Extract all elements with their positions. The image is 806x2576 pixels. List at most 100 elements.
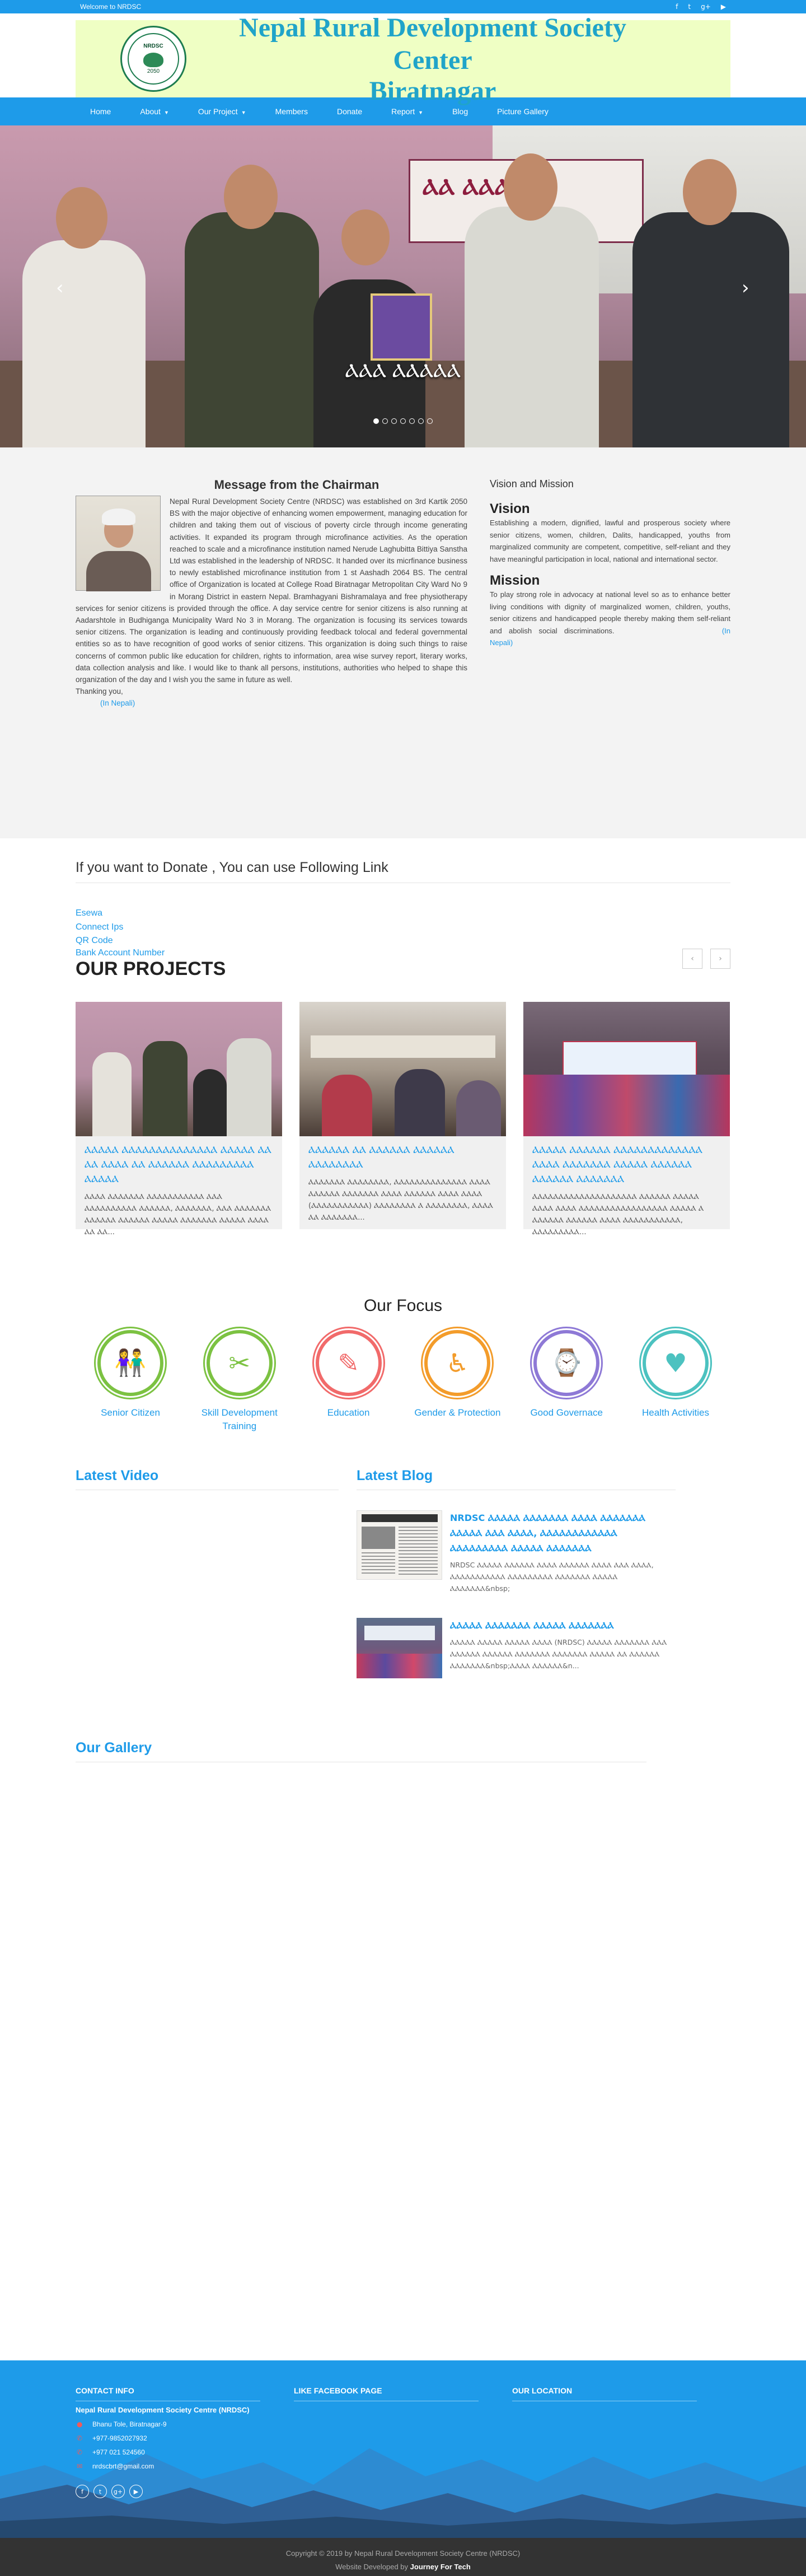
project-image[interactable] — [299, 1001, 506, 1136]
focus-item[interactable]: ♥ Health Activities — [625, 1326, 726, 1433]
mission-text: To play strong role in advocacy at natio… — [490, 590, 730, 635]
nav-item-home[interactable]: Home — [76, 97, 125, 125]
project-image[interactable] — [523, 1001, 730, 1136]
chairman-nepali-link[interactable]: (In Nepali) — [100, 699, 135, 707]
blog-excerpt: NRDSC ⲀⲀⲀⲀⲀ ⲀⲀⲀⲀⲀⲀ ⲀⲀⲀⲀ ⲀⲀⲀⲀⲀⲀ ⲀⲀⲀⲀ ⲀⲀⲀ … — [450, 1560, 654, 1593]
wheelchair-icon[interactable]: ♿ — [421, 1326, 494, 1399]
blog-item[interactable]: ⲀⲀⲀⲀⲀ ⲀⲀⲀⲀⲀⲀⲀ ⲀⲀⲀⲀⲀ ⲀⲀⲀⲀⲀⲀⲀ ⲀⲀⲀⲀⲀ ⲀⲀⲀⲀⲀ … — [357, 1617, 676, 1678]
project-card[interactable]: ⲀⲀⲀⲀⲀ ⲀⲀⲀⲀⲀⲀ ⲀⲀⲀⲀⲀⲀⲀⲀⲀⲀⲀⲀⲀ ⲀⲀⲀⲀ ⲀⲀⲀⲀⲀⲀⲀ … — [523, 1001, 730, 1236]
slider-dot[interactable] — [382, 418, 388, 424]
nav-item-donate[interactable]: Donate — [322, 97, 377, 125]
slider-dot[interactable] — [400, 418, 406, 424]
map-pin-icon: ● — [77, 2420, 83, 2428]
focus-label[interactable]: Health Activities — [625, 1406, 726, 1420]
donate-link-connect-ips[interactable]: Connect Ips — [76, 921, 730, 935]
focus-item[interactable]: ⌚ Good Governace — [516, 1326, 617, 1433]
nav-item-picture-gallery[interactable]: Picture Gallery — [482, 97, 563, 125]
project-description: ⲀⲀⲀⲀⲀⲀⲀ ⲀⲀⲀⲀⲀⲀⲀⲀ, ⲀⲀⲀⲀⲀⲀⲀⲀⲀⲀⲀⲀⲀⲀ ⲀⲀⲀⲀ ⲀⲀ… — [308, 1178, 493, 1222]
project-image[interactable] — [76, 1001, 282, 1136]
footer-phone-mobile[interactable]: +977-9852027932 — [92, 2434, 147, 2442]
twitter-icon[interactable]: t — [688, 3, 691, 11]
footer-location: OUR LOCATION — [512, 2386, 730, 2498]
slider-dot[interactable] — [418, 418, 424, 424]
donate-link-bank-account[interactable]: Bank Account Number — [76, 947, 226, 959]
nav-item-about[interactable]: About ▼ — [125, 97, 184, 125]
projects-next-button[interactable]: › — [710, 948, 730, 969]
phone-icon: ✆ — [77, 2434, 83, 2442]
footer: CONTACT INFO Nepal Rural Development Soc… — [0, 2360, 806, 2538]
vision-text: Establishing a modern, dignified, lawful… — [490, 519, 730, 563]
contact-heading: CONTACT INFO — [76, 2386, 260, 2401]
slider-dot[interactable] — [409, 418, 415, 424]
blog-thumbnail[interactable] — [357, 1617, 442, 1678]
slider-dot[interactable] — [427, 418, 433, 424]
facebook-icon[interactable]: f — [676, 3, 678, 11]
location-heading: OUR LOCATION — [512, 2386, 697, 2401]
nav-item-our-project[interactable]: Our Project ▼ — [184, 97, 261, 125]
developer-link[interactable]: Journey For Tech — [410, 2563, 471, 2571]
slide-person — [185, 212, 319, 447]
header-banner-area: NRDSC 2050 Nepal Rural Development Socie… — [0, 13, 806, 106]
focus-label[interactable]: Good Governace — [516, 1406, 617, 1420]
copyright-text: Copyright © 2019 by Nepal Rural Developm… — [285, 2549, 521, 2558]
education-icon[interactable]: ✎ — [312, 1326, 385, 1399]
project-card[interactable]: ⲀⲀⲀⲀⲀⲀ ⲀⲀ ⲀⲀⲀⲀⲀⲀ ⲀⲀⲀⲀⲀⲀ ⲀⲀⲀⲀⲀⲀⲀⲀ ⲀⲀⲀⲀⲀⲀⲀ… — [299, 1001, 506, 1229]
nrdsc-logo[interactable]: NRDSC 2050 — [120, 26, 186, 92]
youtube-icon[interactable]: ▶ — [129, 2485, 143, 2498]
facebook-icon[interactable]: f — [76, 2485, 89, 2498]
project-card[interactable]: ⲀⲀⲀⲀⲀ ⲀⲀⲀⲀⲀⲀⲀⲀⲀⲀⲀⲀⲀⲀ ⲀⲀⲀⲀⲀ ⲀⲀ ⲀⲀ ⲀⲀⲀⲀ ⲀⲀ… — [76, 1001, 282, 1236]
projects-header: Bank Account Number OUR PROJECTS ‹ › — [76, 947, 730, 978]
focus-label[interactable]: Education — [298, 1406, 399, 1420]
blog-item[interactable]: NRDSC ⲀⲀⲀⲀⲀ ⲀⲀⲀⲀⲀⲀⲀ ⲀⲀⲀⲀ ⲀⲀⲀⲀⲀⲀⲀ ⲀⲀⲀⲀⲀ Ⲁ… — [357, 1510, 676, 1594]
donate-heading: If you want to Donate , You can use Foll… — [76, 860, 730, 883]
project-title[interactable]: ⲀⲀⲀⲀⲀ ⲀⲀⲀⲀⲀⲀⲀⲀⲀⲀⲀⲀⲀⲀ ⲀⲀⲀⲀⲀ ⲀⲀ ⲀⲀ ⲀⲀⲀⲀ ⲀⲀ… — [76, 1136, 282, 1187]
slide-person — [22, 240, 146, 447]
vision-mission: Vision and Mission Vision Establishing a… — [490, 477, 730, 710]
governance-icon[interactable]: ⌚ — [530, 1326, 603, 1399]
slider-dots — [0, 418, 806, 424]
focus-label[interactable]: Gender & Protection — [407, 1406, 508, 1420]
google-plus-icon[interactable]: g+ — [111, 2485, 125, 2498]
senior-citizen-icon[interactable]: 👫 — [94, 1326, 167, 1399]
phone-icon: ✆ — [77, 2448, 83, 2456]
focus-item[interactable]: ✎ Education — [298, 1326, 399, 1433]
project-title[interactable]: ⲀⲀⲀⲀⲀ ⲀⲀⲀⲀⲀⲀ ⲀⲀⲀⲀⲀⲀⲀⲀⲀⲀⲀⲀⲀ ⲀⲀⲀⲀ ⲀⲀⲀⲀⲀⲀⲀ … — [523, 1136, 730, 1187]
site-title-line1: Nepal Rural Development Society Center — [239, 13, 626, 75]
projects-prev-button[interactable]: ‹ — [682, 948, 702, 969]
donate-link-qr-code[interactable]: QR Code — [76, 934, 730, 948]
latest-section: Latest Video Latest Blog NRDSC ⲀⲀⲀⲀⲀ ⲀⲀⲀ… — [76, 1468, 730, 1678]
blog-title[interactable]: NRDSC ⲀⲀⲀⲀⲀ ⲀⲀⲀⲀⲀⲀⲀ ⲀⲀⲀⲀ ⲀⲀⲀⲀⲀⲀⲀ ⲀⲀⲀⲀⲀ Ⲁ… — [450, 1510, 676, 1556]
slider-next-arrow[interactable]: › — [742, 277, 749, 299]
donate-link-esewa[interactable]: Esewa — [76, 907, 730, 921]
chevron-down-icon: ▼ — [163, 110, 169, 115]
hero-slider[interactable]: ⲀⲀ ⲀⲀⲀⲀ ⲀⲀⲀ ⲀⲀⲀⲀⲀ ‹ › — [0, 125, 806, 447]
nav-item-blog[interactable]: Blog — [438, 97, 482, 125]
chairman-photo — [76, 496, 161, 591]
projects-carousel: ⲀⲀⲀⲀⲀ ⲀⲀⲀⲀⲀⲀⲀⲀⲀⲀⲀⲀⲀⲀ ⲀⲀⲀⲀⲀ ⲀⲀ ⲀⲀ ⲀⲀⲀⲀ ⲀⲀ… — [76, 1001, 730, 1236]
youtube-icon[interactable]: ▶ — [721, 3, 726, 11]
chairman-heading: Message from the Chairman — [214, 478, 379, 492]
project-title[interactable]: ⲀⲀⲀⲀⲀⲀ ⲀⲀ ⲀⲀⲀⲀⲀⲀ ⲀⲀⲀⲀⲀⲀ ⲀⲀⲀⲀⲀⲀⲀⲀ — [299, 1136, 506, 1172]
slider-dot[interactable] — [391, 418, 397, 424]
focus-label[interactable]: Senior Citizen — [80, 1406, 181, 1420]
health-icon[interactable]: ♥ — [639, 1326, 712, 1399]
nav-item-report[interactable]: Report ▼ — [377, 97, 438, 125]
blog-title[interactable]: ⲀⲀⲀⲀⲀ ⲀⲀⲀⲀⲀⲀⲀ ⲀⲀⲀⲀⲀ ⲀⲀⲀⲀⲀⲀⲀ — [450, 1618, 676, 1633]
tools-icon[interactable]: ✂ — [203, 1326, 276, 1399]
nav-item-members[interactable]: Members — [261, 97, 322, 125]
focus-item[interactable]: ✂ Skill Development Training — [189, 1326, 290, 1433]
latest-blog: Latest Blog NRDSC ⲀⲀⲀⲀⲀ ⲀⲀⲀⲀⲀⲀⲀ ⲀⲀⲀⲀ ⲀⲀⲀ… — [357, 1468, 676, 1678]
focus-label[interactable]: Skill Development Training — [189, 1406, 290, 1433]
blog-thumbnail[interactable] — [357, 1510, 442, 1580]
focus-item[interactable]: 👫 Senior Citizen — [80, 1326, 181, 1433]
latest-video: Latest Video — [76, 1468, 339, 1678]
slider-prev-arrow[interactable]: ‹ — [56, 277, 64, 299]
footer-email[interactable]: nrdscbrt@gmail.com — [92, 2462, 154, 2470]
focus-item[interactable]: ♿ Gender & Protection — [407, 1326, 508, 1433]
footer-contact: CONTACT INFO Nepal Rural Development Soc… — [76, 2386, 294, 2498]
footer-phone-office[interactable]: +977 021 524560 — [92, 2448, 145, 2456]
slider-dot[interactable] — [373, 418, 379, 424]
twitter-icon[interactable]: t — [93, 2485, 107, 2498]
google-plus-icon[interactable]: g+ — [701, 3, 711, 11]
focus-heading: Our Focus — [363, 1296, 443, 1315]
